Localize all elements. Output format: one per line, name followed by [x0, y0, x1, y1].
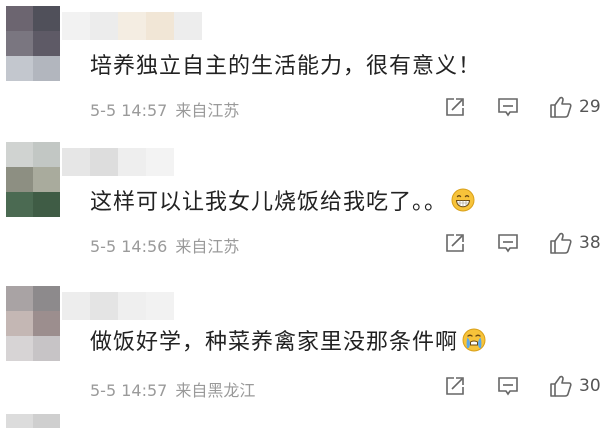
like-button[interactable]: 38	[549, 231, 601, 255]
grinning-face-icon	[451, 188, 475, 212]
avatar-pixel	[6, 414, 33, 428]
comment-meta: 5-5 14:57 来自黑龙江	[90, 377, 255, 401]
name-pixel	[146, 148, 174, 176]
comment-location: 来自江苏	[175, 237, 240, 256]
name-pixel	[146, 292, 174, 320]
comment-text-content: 培养独立自主的生活能力，很有意义！	[90, 54, 482, 79]
name-pixel	[118, 148, 146, 176]
avatar-pixel	[6, 6, 33, 31]
avatar[interactable]	[6, 142, 60, 217]
thumbs-up-icon	[550, 96, 572, 118]
avatar-pixel	[33, 6, 60, 31]
comment-button[interactable]	[497, 95, 519, 119]
comment-location: 来自黑龙江	[175, 381, 256, 400]
avatar-pixel	[6, 142, 33, 167]
avatar-pixel	[6, 311, 33, 336]
like-button[interactable]: 29	[549, 95, 601, 119]
comment-time: 5-5 14:57	[90, 381, 168, 400]
name-pixel	[118, 292, 146, 320]
name-pixel	[90, 148, 118, 176]
name-pixel	[90, 292, 118, 320]
avatar-pixel	[33, 414, 60, 428]
like-button[interactable]: 30	[549, 374, 601, 398]
avatar-pixel	[33, 192, 60, 217]
share-icon	[446, 234, 464, 252]
thumbs-up-icon	[550, 375, 572, 397]
avatar-pixel	[6, 336, 33, 361]
comment-feed: 培养独立自主的生活能力，很有意义！ 5-5 14:57 来自江苏 29 这样可以…	[0, 0, 616, 428]
avatar-pixel	[33, 311, 60, 336]
next-avatar-partial	[6, 414, 60, 428]
share-icon	[446, 377, 464, 395]
comment-meta: 5-5 14:57 来自江苏	[90, 97, 239, 121]
avatar-pixel	[33, 336, 60, 361]
like-count: 38	[579, 233, 601, 253]
comment-text: 这样可以让我女儿烧饭给我吃了。。	[90, 184, 475, 216]
name-pixel	[118, 12, 146, 40]
comment-meta: 5-5 14:56 来自江苏	[90, 233, 239, 257]
avatar-pixel	[6, 56, 33, 81]
avatar-pixel	[33, 31, 60, 56]
avatar-pixel	[33, 286, 60, 311]
comment-button[interactable]	[497, 374, 519, 398]
like-count: 29	[579, 97, 601, 117]
comment-item: 培养独立自主的生活能力，很有意义！ 5-5 14:57 来自江苏 29	[0, 6, 616, 144]
comment-text: 培养独立自主的生活能力，很有意义！	[90, 48, 481, 80]
comment-text-content: 这样可以让我女儿烧饭给我吃了。。	[90, 190, 448, 215]
thumbs-up-icon	[550, 232, 572, 254]
comment-button[interactable]	[497, 231, 519, 255]
avatar-pixel	[33, 56, 60, 81]
comment-item: 这样可以让我女儿烧饭给我吃了。。 5-5 14:56 来自江苏 38	[0, 142, 616, 280]
username[interactable]	[62, 12, 202, 40]
comment-text-content: 做饭好学，种菜养禽家里没那条件啊	[90, 330, 459, 355]
avatar-pixel	[33, 142, 60, 167]
name-pixel	[90, 12, 118, 40]
comment-item: 做饭好学，种菜养禽家里没那条件啊 5-5 14:57 来自黑龙江 30	[0, 286, 616, 424]
comment-location: 来自江苏	[175, 101, 240, 120]
like-count: 30	[579, 376, 601, 396]
comment-icon	[498, 377, 518, 396]
avatar-pixel	[6, 31, 33, 56]
avatar[interactable]	[6, 286, 60, 361]
comment-text: 做饭好学，种菜养禽家里没那条件啊	[90, 324, 486, 356]
comment-time: 5-5 14:56	[90, 237, 168, 256]
share-button[interactable]	[444, 95, 466, 119]
name-pixel	[62, 148, 90, 176]
comment-time: 5-5 14:57	[90, 101, 168, 120]
share-icon	[446, 98, 464, 116]
username[interactable]	[62, 148, 174, 176]
name-pixel	[62, 12, 90, 40]
avatar-pixel	[6, 286, 33, 311]
avatar[interactable]	[6, 6, 60, 81]
username[interactable]	[62, 292, 174, 320]
comment-icon	[498, 98, 518, 117]
comment-icon	[498, 234, 518, 253]
crying-face-icon	[462, 328, 486, 352]
avatar-pixel	[6, 167, 33, 192]
avatar-pixel	[33, 167, 60, 192]
avatar-pixel	[6, 192, 33, 217]
name-pixel	[174, 12, 202, 40]
share-button[interactable]	[444, 231, 466, 255]
name-pixel	[146, 12, 174, 40]
share-button[interactable]	[444, 374, 466, 398]
name-pixel	[62, 292, 90, 320]
